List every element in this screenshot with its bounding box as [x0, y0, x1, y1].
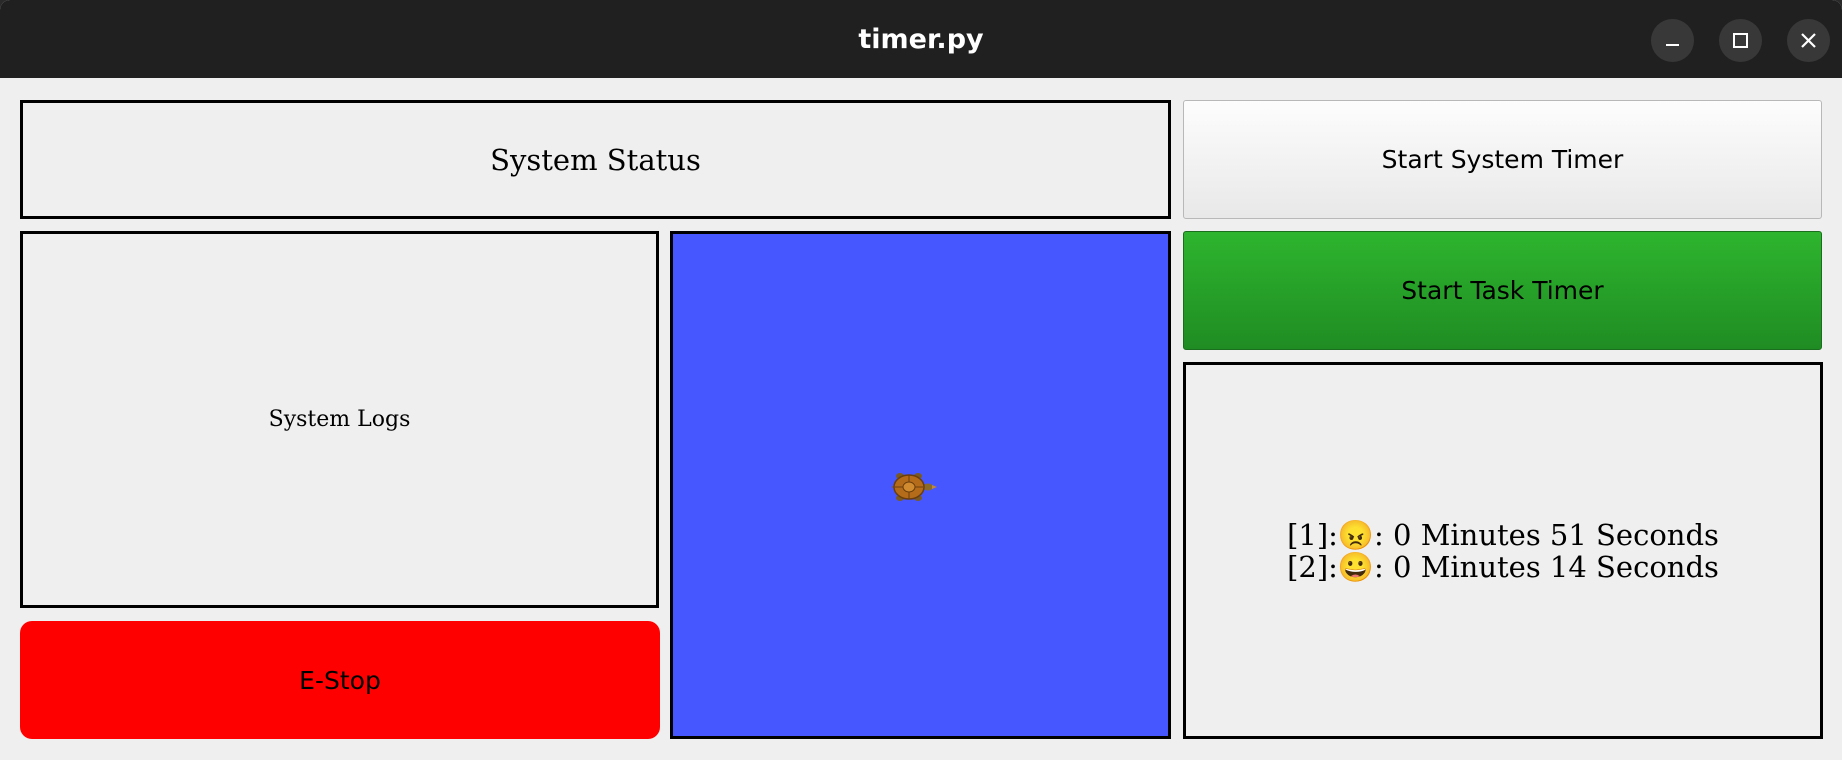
- close-icon: [1801, 33, 1816, 48]
- system-logs-label: System Logs: [268, 407, 411, 432]
- system-status-panel: System Status: [20, 100, 1171, 219]
- turtle-canvas[interactable]: [670, 231, 1171, 739]
- e-stop-label: E-Stop: [299, 665, 381, 695]
- start-system-timer-button[interactable]: Start System Timer: [1183, 100, 1822, 219]
- task-log-line-2: [2]:😀: 0 Minutes 14 Seconds: [1287, 549, 1719, 584]
- start-task-timer-label: Start Task Timer: [1401, 276, 1604, 305]
- e-stop-button[interactable]: E-Stop: [20, 621, 660, 739]
- maximize-button[interactable]: [1719, 19, 1762, 62]
- minimize-button[interactable]: [1651, 19, 1694, 62]
- system-logs-panel: System Logs: [20, 231, 659, 608]
- start-task-timer-button[interactable]: Start Task Timer: [1183, 231, 1822, 350]
- close-button[interactable]: [1787, 19, 1830, 62]
- minimize-icon: [1666, 44, 1679, 46]
- turtle-icon: [891, 473, 937, 501]
- app-window: timer.py System Status System Logs E-Sto…: [0, 0, 1842, 760]
- maximize-icon: [1733, 33, 1748, 48]
- system-status-label: System Status: [490, 142, 701, 177]
- task-timer-log-panel: [1]:😠: 0 Minutes 51 Seconds [2]:😀: 0 Min…: [1183, 362, 1823, 739]
- task-log-line-1: [1]:😠: 0 Minutes 51 Seconds: [1287, 517, 1719, 552]
- main-content: System Status System Logs E-Stop Start S…: [0, 78, 1842, 760]
- title-bar[interactable]: timer.py: [0, 0, 1842, 79]
- window-title: timer.py: [858, 24, 984, 55]
- start-system-timer-label: Start System Timer: [1381, 145, 1624, 174]
